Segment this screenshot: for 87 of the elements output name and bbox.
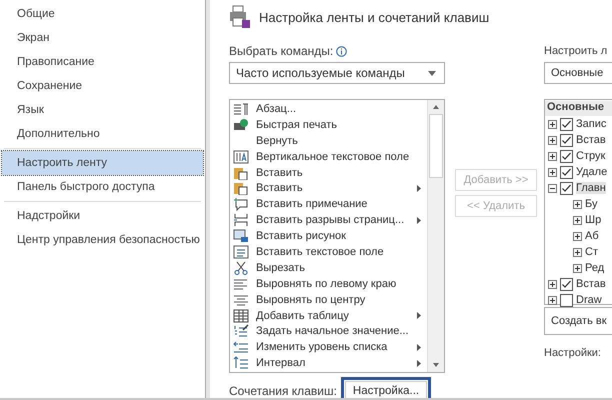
sidebar-item[interactable]: Общие <box>2 2 203 26</box>
command-icon <box>233 150 249 164</box>
checkbox[interactable] <box>560 166 573 178</box>
sidebar-item[interactable]: Настроить ленту <box>2 151 203 175</box>
section-title: Настройка ленты и сочетаний клавиш <box>259 10 490 24</box>
command-icon <box>233 166 249 180</box>
sidebar-item[interactable]: Панель быстрого доступа <box>2 175 203 199</box>
expander-icon[interactable] <box>548 184 557 192</box>
expander-icon[interactable] <box>573 216 582 224</box>
ribbon-label: Настроить л <box>544 45 608 57</box>
expander-icon[interactable] <box>548 296 557 304</box>
tree-header: Основные <box>545 101 612 116</box>
command-item[interactable]: Вставить рисунок <box>256 230 346 242</box>
checkbox[interactable] <box>560 294 573 306</box>
checkbox[interactable] <box>560 118 573 130</box>
scrollbar[interactable] <box>427 100 444 372</box>
command-item[interactable]: Вставить примечание <box>256 198 368 210</box>
command-icon <box>233 292 249 307</box>
command-icon <box>233 102 249 116</box>
ribbon-tab-item[interactable]: Встав <box>576 278 606 290</box>
command-item[interactable]: Вставить текстовое поле <box>256 246 384 258</box>
command-item[interactable]: Изменить уровень списка <box>256 341 388 354</box>
command-item[interactable]: Вырезать <box>256 262 305 274</box>
expander-icon[interactable] <box>548 280 557 288</box>
command-icon <box>233 229 249 244</box>
sidebar-item[interactable]: Правописание <box>2 50 203 74</box>
command-icon <box>233 213 249 228</box>
expander-icon[interactable] <box>573 200 582 208</box>
commands-label: Выбрать команды: <box>229 44 334 58</box>
checkbox[interactable] <box>560 134 573 146</box>
command-icon <box>233 181 249 196</box>
dropdown-caret-icon <box>428 70 436 76</box>
sidebar-item[interactable]: Центр управления безопасностью <box>2 228 203 252</box>
checkbox[interactable] <box>560 150 573 162</box>
ribbon-group-item[interactable]: Бу <box>585 198 598 210</box>
ribbon-group-item[interactable]: Шр <box>585 214 602 226</box>
command-icon <box>233 244 249 259</box>
command-item[interactable]: Интервал <box>256 357 306 370</box>
expander-icon[interactable] <box>548 152 557 160</box>
settings-label: Настройки: <box>544 347 602 359</box>
sidebar-item[interactable]: Сохранение <box>2 74 203 98</box>
ribbon-tab-item[interactable]: Удале <box>576 166 608 178</box>
sidebar-item[interactable]: Экран <box>2 26 203 50</box>
command-item[interactable]: Вставить <box>256 166 303 178</box>
printer-icon <box>229 5 251 29</box>
scroll-thumb[interactable] <box>429 114 443 178</box>
command-icon <box>233 260 249 275</box>
new-tab-button[interactable]: Создать вк <box>544 307 612 335</box>
command-item[interactable]: Вставить разрывы страниц... <box>256 214 404 226</box>
ribbon-group-item[interactable]: Аб <box>585 230 599 242</box>
command-item[interactable]: Быстрая печать <box>256 118 337 131</box>
checkbox[interactable] <box>560 182 573 194</box>
ribbon-tab-item[interactable]: Draw <box>576 294 602 306</box>
ribbon-tab-item[interactable]: Встав <box>576 134 606 146</box>
info-icon <box>336 46 348 56</box>
command-icon <box>233 324 249 338</box>
command-item[interactable]: Абзац... <box>256 102 296 115</box>
command-item[interactable]: Вертикальное текстовое поле <box>256 150 410 163</box>
expander-icon[interactable] <box>548 168 557 176</box>
command-item[interactable]: Выровнять по левому краю <box>256 278 396 290</box>
ribbon-tab-item[interactable]: Запис <box>576 118 606 130</box>
command-item[interactable]: Задать начальное значение... <box>256 325 409 338</box>
command-item[interactable]: Вернуть <box>256 134 298 147</box>
command-item[interactable]: Вставить <box>256 182 303 194</box>
expander-icon[interactable] <box>573 232 582 240</box>
ribbon-group-item[interactable]: Ст <box>585 246 598 258</box>
commands-dropdown[interactable]: Часто используемые команды <box>229 62 445 84</box>
expander-icon[interactable] <box>548 120 557 128</box>
expander-icon[interactable] <box>573 264 582 272</box>
ribbon-group-item[interactable]: Ред <box>585 262 604 274</box>
shortcuts-label: Сочетания клавиш: <box>229 384 337 398</box>
command-icon <box>233 340 249 354</box>
sidebar-item[interactable]: Дополнительно <box>2 122 203 146</box>
command-item[interactable]: Выровнять по центру <box>256 294 366 306</box>
sidebar-item[interactable]: Надстройки <box>2 204 203 228</box>
command-icon <box>233 356 249 370</box>
command-icon <box>233 308 249 323</box>
ribbon-dropdown[interactable]: Основные <box>544 62 612 84</box>
checkbox[interactable] <box>560 278 573 290</box>
command-icon <box>233 276 249 291</box>
command-item[interactable]: Добавить таблицу <box>256 310 349 322</box>
expander-icon[interactable] <box>573 248 582 256</box>
command-icon <box>233 118 249 132</box>
ribbon-tab-item[interactable]: Главн <box>576 182 606 194</box>
expander-icon[interactable] <box>548 136 557 144</box>
ribbon-tab-item[interactable]: Струк <box>576 150 606 162</box>
sidebar-item[interactable]: Язык <box>2 98 203 122</box>
